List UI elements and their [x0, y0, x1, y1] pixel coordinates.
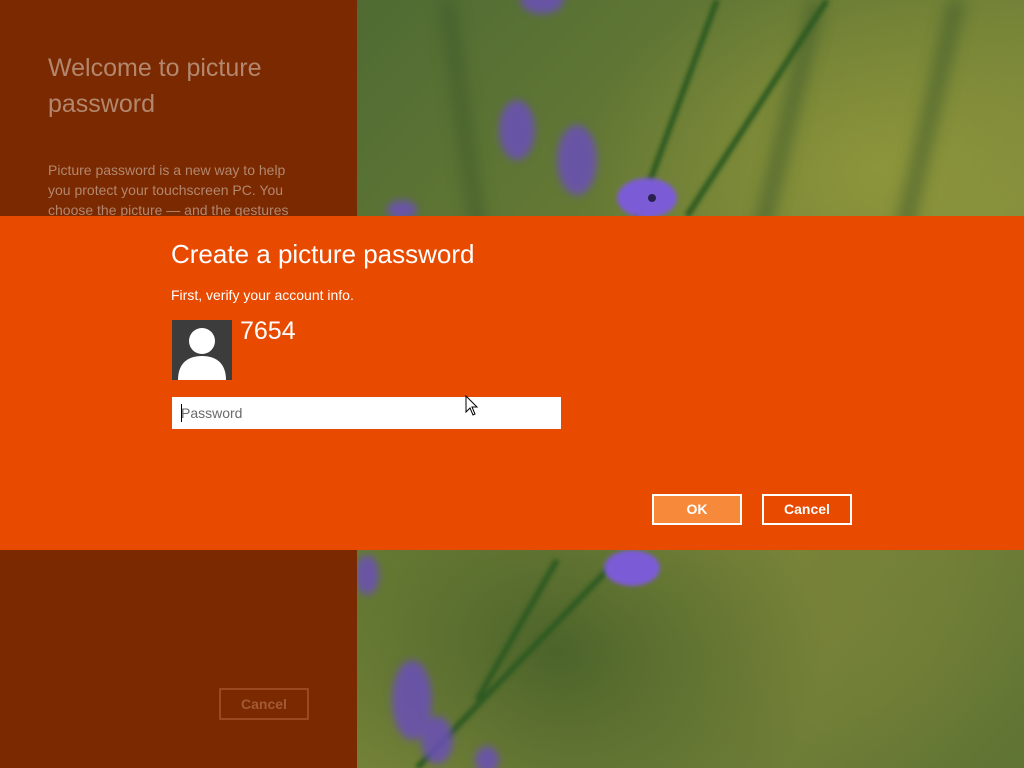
intro-title: Welcome to picture password: [48, 54, 262, 118]
intro-description: Picture password is a new way to help yo…: [48, 162, 289, 218]
avatar: [172, 320, 232, 380]
picture-password-screen: Welcome to picture password Picture pass…: [0, 0, 1024, 768]
dialog-subtitle: First, verify your account info.: [171, 287, 354, 303]
intro-cancel-button: Cancel: [219, 688, 309, 720]
account-name: 7654: [240, 317, 296, 345]
ok-button[interactable]: OK: [652, 494, 742, 525]
arrow-cursor-icon: [465, 395, 479, 416]
user-silhouette-icon: [178, 328, 226, 380]
password-field[interactable]: [172, 397, 561, 429]
verify-account-dialog: Create a picture password First, verify …: [0, 216, 1024, 550]
dialog-title: Create a picture password: [171, 239, 475, 269]
text-caret: [181, 404, 182, 422]
cancel-button[interactable]: Cancel: [762, 494, 852, 525]
